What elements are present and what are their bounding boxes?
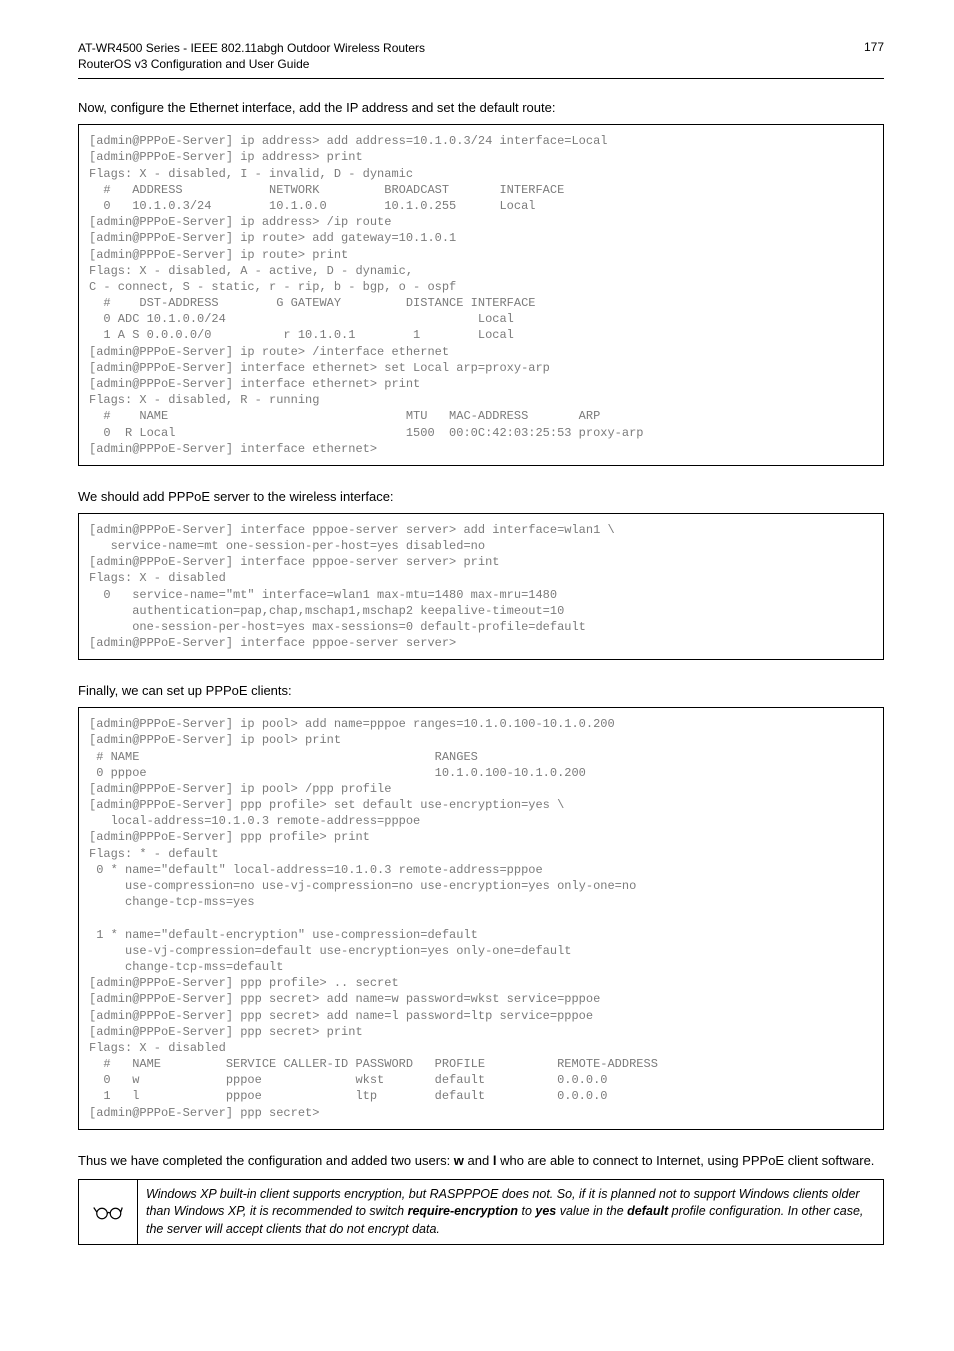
code-block-pppoe-clients: [admin@PPPoE-Server] ip pool> add name=p…	[78, 707, 884, 1130]
section1-intro: Now, configure the Ethernet interface, a…	[78, 99, 884, 118]
header-line-2: RouterOS v3 Configuration and User Guide	[78, 56, 425, 72]
closing-text-c: who are able to connect to Internet, usi…	[496, 1153, 874, 1168]
user-w: w	[454, 1153, 464, 1168]
note-t2: to	[518, 1204, 535, 1218]
section3-intro: Finally, we can set up PPPoE clients:	[78, 682, 884, 701]
note-b2: yes	[535, 1204, 556, 1218]
note-icon-cell	[79, 1180, 138, 1245]
closing-text-a: Thus we have completed the configuration…	[78, 1153, 454, 1168]
section2-intro: We should add PPPoE server to the wirele…	[78, 488, 884, 507]
code-block-ethernet: [admin@PPPoE-Server] ip address> add add…	[78, 124, 884, 466]
note-box: Windows XP built-in client supports encr…	[78, 1179, 884, 1246]
header-rule	[78, 78, 884, 79]
note-b3: default	[627, 1204, 668, 1218]
note-t3: value in the	[556, 1204, 627, 1218]
page-number: 177	[864, 40, 884, 54]
code-block-pppoe-server: [admin@PPPoE-Server] interface pppoe-ser…	[78, 513, 884, 661]
glasses-icon	[93, 1201, 123, 1223]
page-header: AT-WR4500 Series - IEEE 802.11abgh Outdo…	[78, 40, 884, 76]
note-text: Windows XP built-in client supports encr…	[138, 1180, 883, 1245]
note-b1: require-encryption	[408, 1204, 518, 1218]
header-line-1: AT-WR4500 Series - IEEE 802.11abgh Outdo…	[78, 40, 425, 56]
closing-paragraph: Thus we have completed the configuration…	[78, 1152, 884, 1171]
header-title-block: AT-WR4500 Series - IEEE 802.11abgh Outdo…	[78, 40, 425, 72]
closing-text-b: and	[464, 1153, 493, 1168]
